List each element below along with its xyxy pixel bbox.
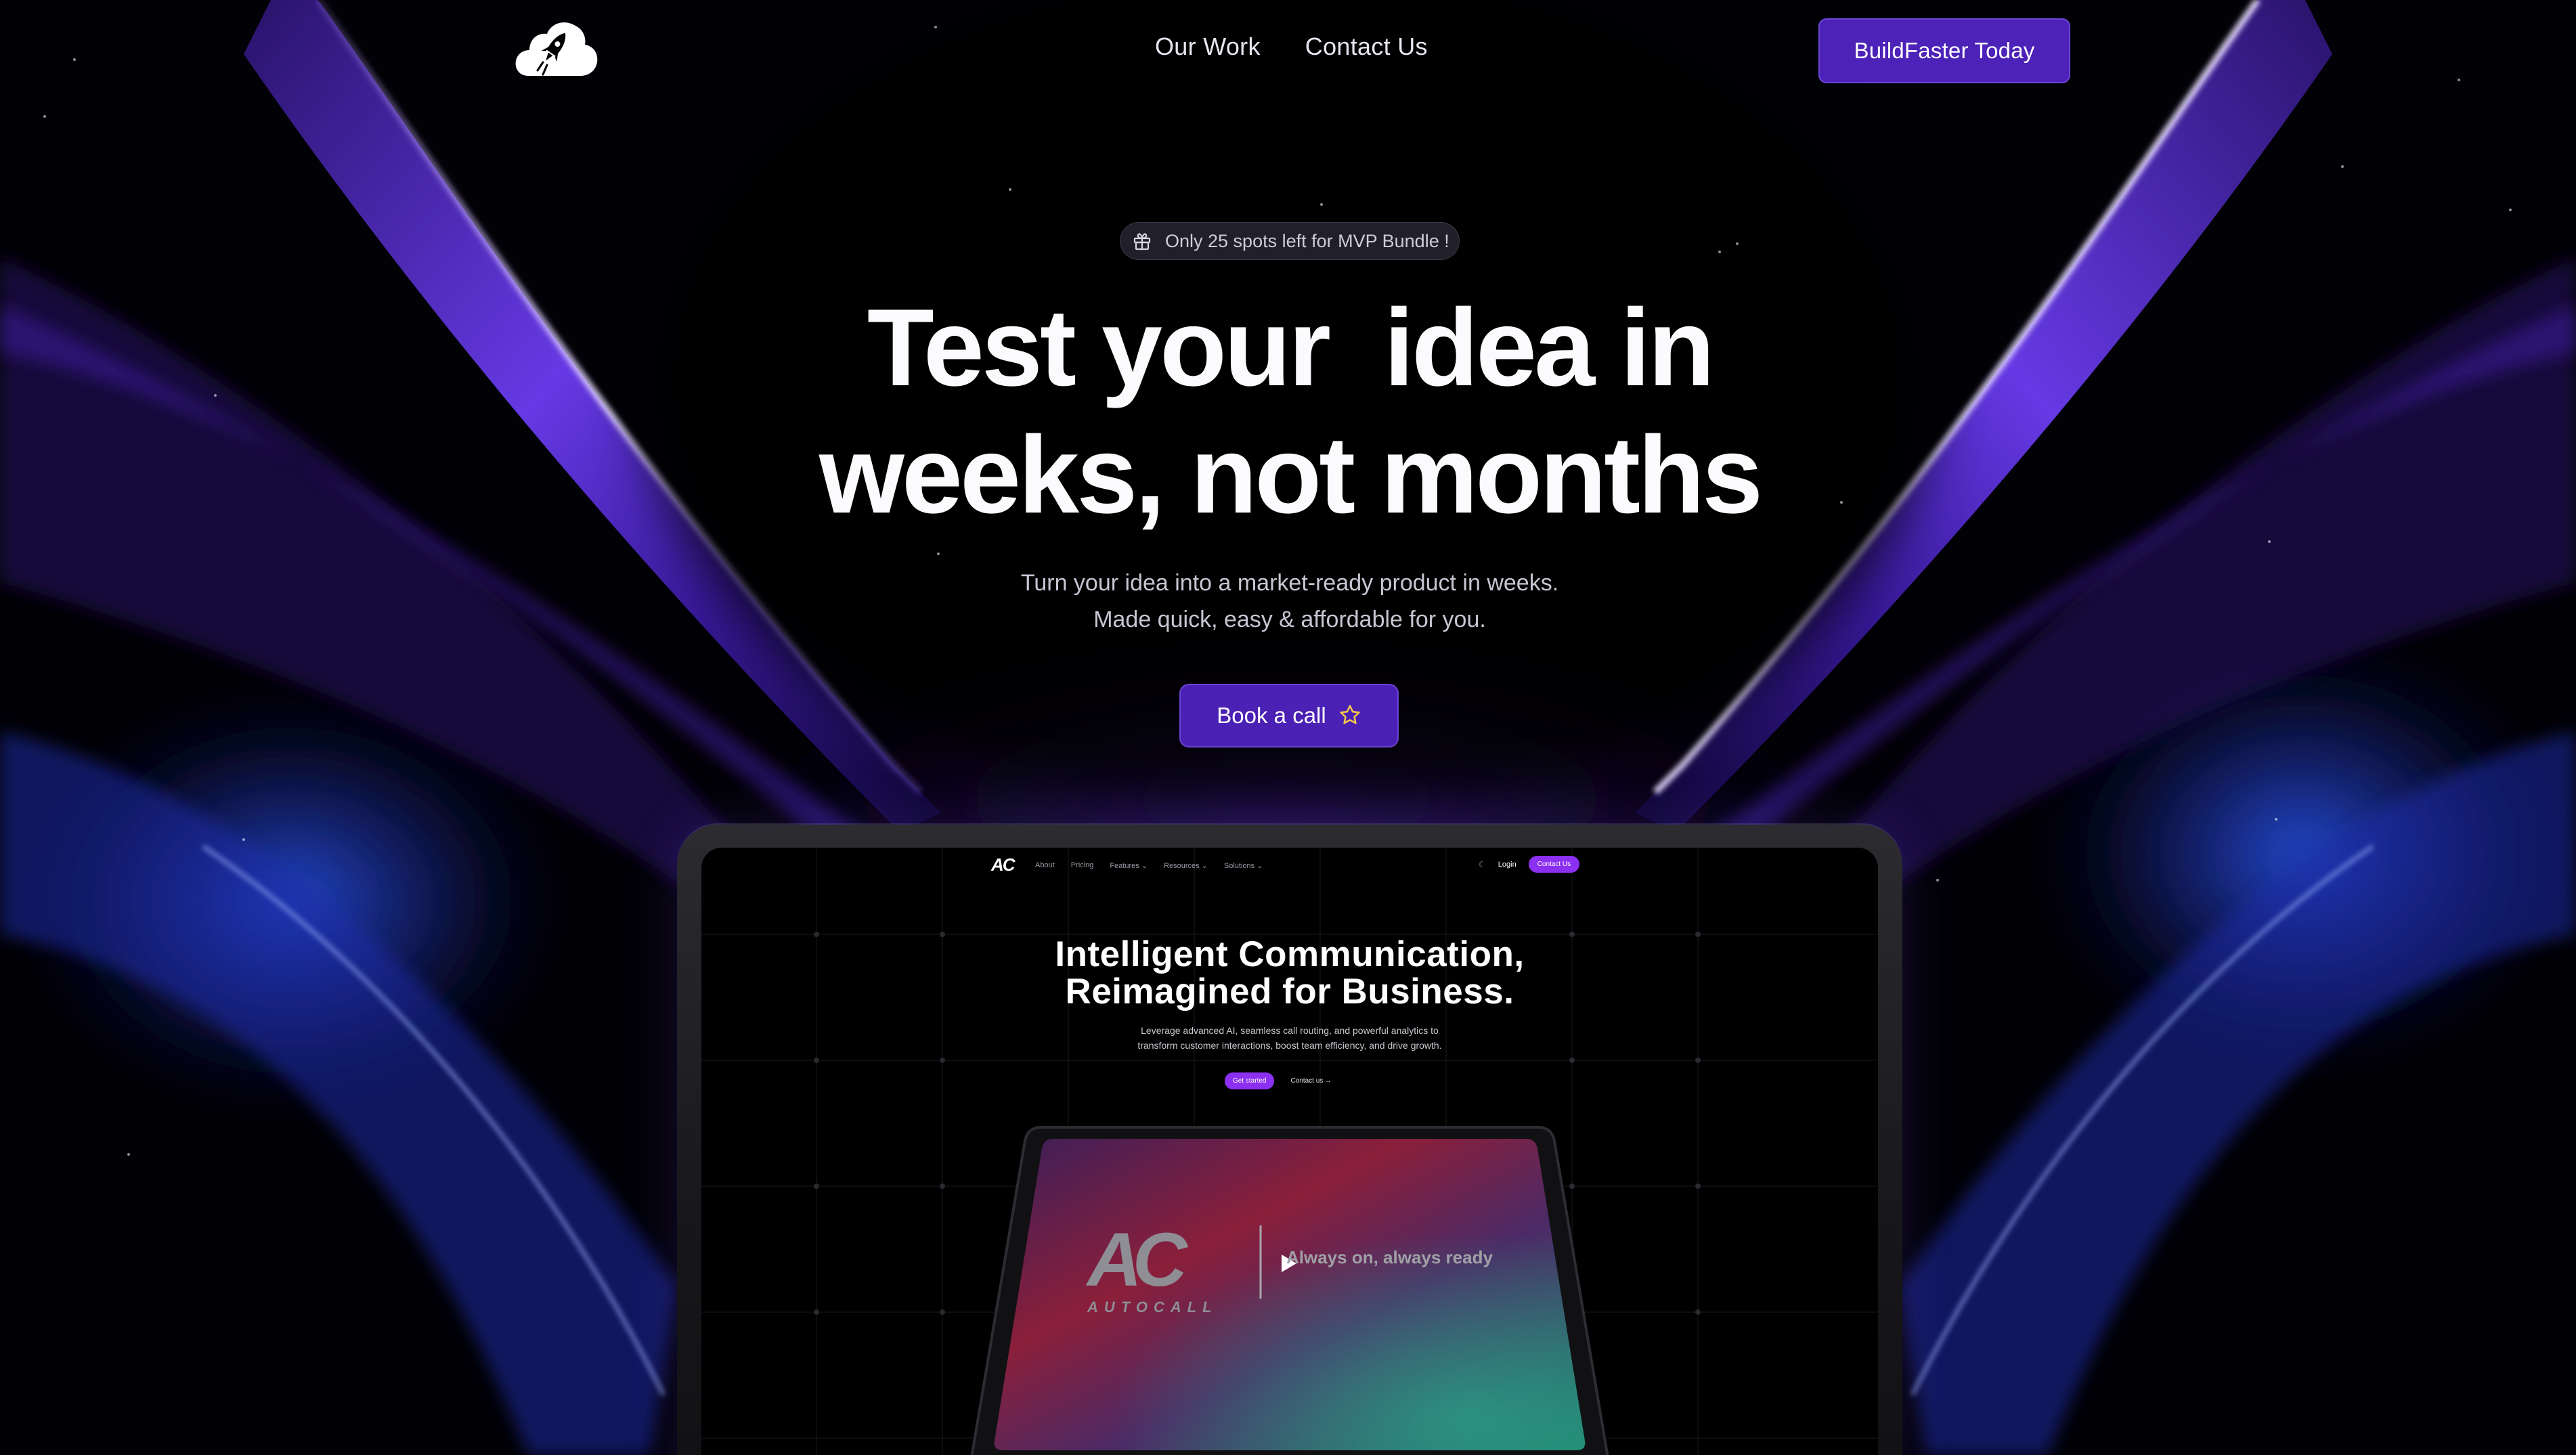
subline-line-1: Turn your idea into a market-ready produ…	[1020, 570, 1559, 596]
build-faster-button[interactable]: BuildFaster Today	[1818, 18, 2070, 83]
autocall-logo-letters: AC	[1087, 1217, 1187, 1302]
gift-icon	[1130, 229, 1154, 253]
headline-line-1: Test your idea in	[867, 286, 1715, 409]
headline-line-2: weeks, not months	[818, 414, 1763, 536]
nav-links: Our Work Contact Us	[1155, 32, 1428, 61]
preview-video-tablet	[970, 1126, 1609, 1455]
spots-left-badge: Only 25 spots left for MVP Bundle !	[1120, 222, 1460, 260]
video-tagline: Always on, always ready	[1286, 1247, 1493, 1267]
autocall-logo-word: AUTOCALL	[1087, 1299, 1218, 1316]
device-screen: AC About Pricing Features ⌄ Resources ⌄ …	[701, 848, 1878, 1455]
star-icon	[1338, 703, 1361, 729]
nav-link-contact-us[interactable]: Contact Us	[1305, 32, 1428, 61]
logo[interactable]	[513, 15, 601, 83]
top-nav: Our Work Contact Us BuildFaster Today	[0, 0, 2576, 102]
subline-line-2: Made quick, easy & affordable for you.	[1093, 607, 1486, 632]
book-a-call-label: Book a call	[1217, 703, 1326, 728]
book-a-call-button[interactable]: Book a call	[1179, 684, 1399, 747]
hero-headline: Test your idea in weeks, not months	[677, 284, 1902, 539]
nav-link-our-work[interactable]: Our Work	[1155, 32, 1261, 61]
hero-section: Only 25 spots left for MVP Bundle ! Test…	[0, 0, 2576, 812]
cloud-rocket-icon	[515, 22, 598, 76]
device-frame: AC About Pricing Features ⌄ Resources ⌄ …	[677, 825, 1902, 1455]
hero-subline: Turn your idea into a market-ready produ…	[812, 565, 1767, 638]
badge-text: Only 25 spots left for MVP Bundle !	[1165, 230, 1449, 251]
